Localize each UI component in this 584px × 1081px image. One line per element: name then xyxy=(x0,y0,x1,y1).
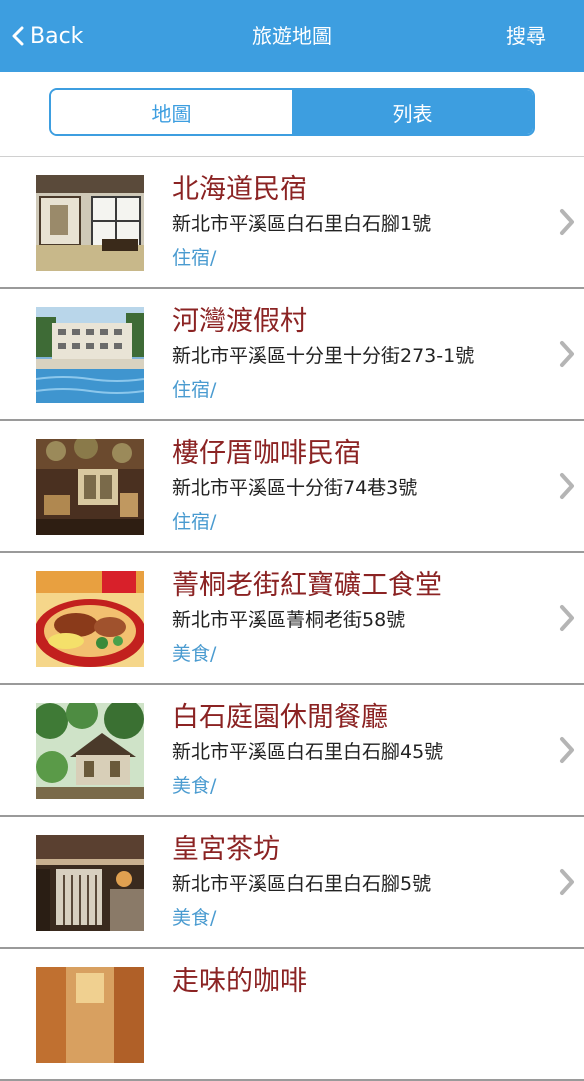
place-thumbnail xyxy=(36,571,144,667)
nav-bar: Back 旅遊地圖 搜尋 xyxy=(0,0,584,72)
chevron-left-icon xyxy=(12,26,24,46)
list-item[interactable]: 菁桐老街紅寶礦工食堂 新北市平溪區菁桐老街58號 美食/ xyxy=(0,553,584,685)
list-item[interactable]: 皇宮茶坊 新北市平溪區白石里白石腳5號 美食/ xyxy=(0,817,584,949)
chevron-right-icon xyxy=(560,869,574,895)
place-thumbnail xyxy=(36,967,144,1063)
list-item[interactable]: 走味的咖啡 xyxy=(0,949,584,1081)
place-address: 新北市平溪區白石里白石腳5號 xyxy=(172,873,432,895)
place-address: 新北市平溪區白石里白石腳1號 xyxy=(172,213,432,235)
place-thumbnail xyxy=(36,307,144,403)
chevron-right-icon xyxy=(560,341,574,367)
list-item[interactable]: 北海道民宿 新北市平溪區白石里白石腳1號 住宿/ xyxy=(0,157,584,289)
place-category: 住宿/ xyxy=(172,511,217,533)
list-item[interactable]: 樓仔厝咖啡民宿 新北市平溪區十分街74巷3號 住宿/ xyxy=(0,421,584,553)
page-title: 旅遊地圖 xyxy=(252,24,332,48)
chevron-right-icon xyxy=(560,473,574,499)
place-name: 白石庭園休閒餐廳 xyxy=(172,702,388,733)
place-category: 住宿/ xyxy=(172,379,217,401)
list-item[interactable]: 河灣渡假村 新北市平溪區十分里十分街273-1號 住宿/ xyxy=(0,289,584,421)
place-category: 住宿/ xyxy=(172,247,217,269)
place-address: 新北市平溪區十分里十分街273-1號 xyxy=(172,345,475,367)
list-item[interactable]: 白石庭園休閒餐廳 新北市平溪區白石里白石腳45號 美食/ xyxy=(0,685,584,817)
place-category: 美食/ xyxy=(172,775,217,797)
place-thumbnail xyxy=(36,703,144,799)
tab-map[interactable]: 地圖 xyxy=(51,90,292,134)
place-name: 走味的咖啡 xyxy=(172,966,307,997)
view-toggle-bar: 地圖 列表 xyxy=(0,72,584,156)
place-list: 北海道民宿 新北市平溪區白石里白石腳1號 住宿/ 河灣渡假村 新北市平溪區十分里… xyxy=(0,156,584,1081)
back-button[interactable]: Back xyxy=(12,0,83,72)
place-address: 新北市平溪區菁桐老街58號 xyxy=(172,609,406,631)
place-address: 新北市平溪區十分街74巷3號 xyxy=(172,477,418,499)
tab-list[interactable]: 列表 xyxy=(292,90,533,134)
place-name: 菁桐老街紅寶礦工食堂 xyxy=(172,570,442,601)
place-thumbnail xyxy=(36,835,144,931)
place-name: 樓仔厝咖啡民宿 xyxy=(172,438,361,469)
place-category: 美食/ xyxy=(172,907,217,929)
place-address: 新北市平溪區白石里白石腳45號 xyxy=(172,741,444,763)
search-button[interactable]: 搜尋 xyxy=(506,0,546,72)
chevron-right-icon xyxy=(560,209,574,235)
back-label: Back xyxy=(30,23,84,49)
chevron-right-icon xyxy=(560,737,574,763)
place-name: 北海道民宿 xyxy=(172,174,307,205)
chevron-right-icon xyxy=(560,605,574,631)
view-segmented-control: 地圖 列表 xyxy=(49,88,535,136)
place-name: 皇宮茶坊 xyxy=(172,834,280,865)
place-thumbnail xyxy=(36,175,144,271)
place-name: 河灣渡假村 xyxy=(172,306,307,337)
place-thumbnail xyxy=(36,439,144,535)
place-category: 美食/ xyxy=(172,643,217,665)
